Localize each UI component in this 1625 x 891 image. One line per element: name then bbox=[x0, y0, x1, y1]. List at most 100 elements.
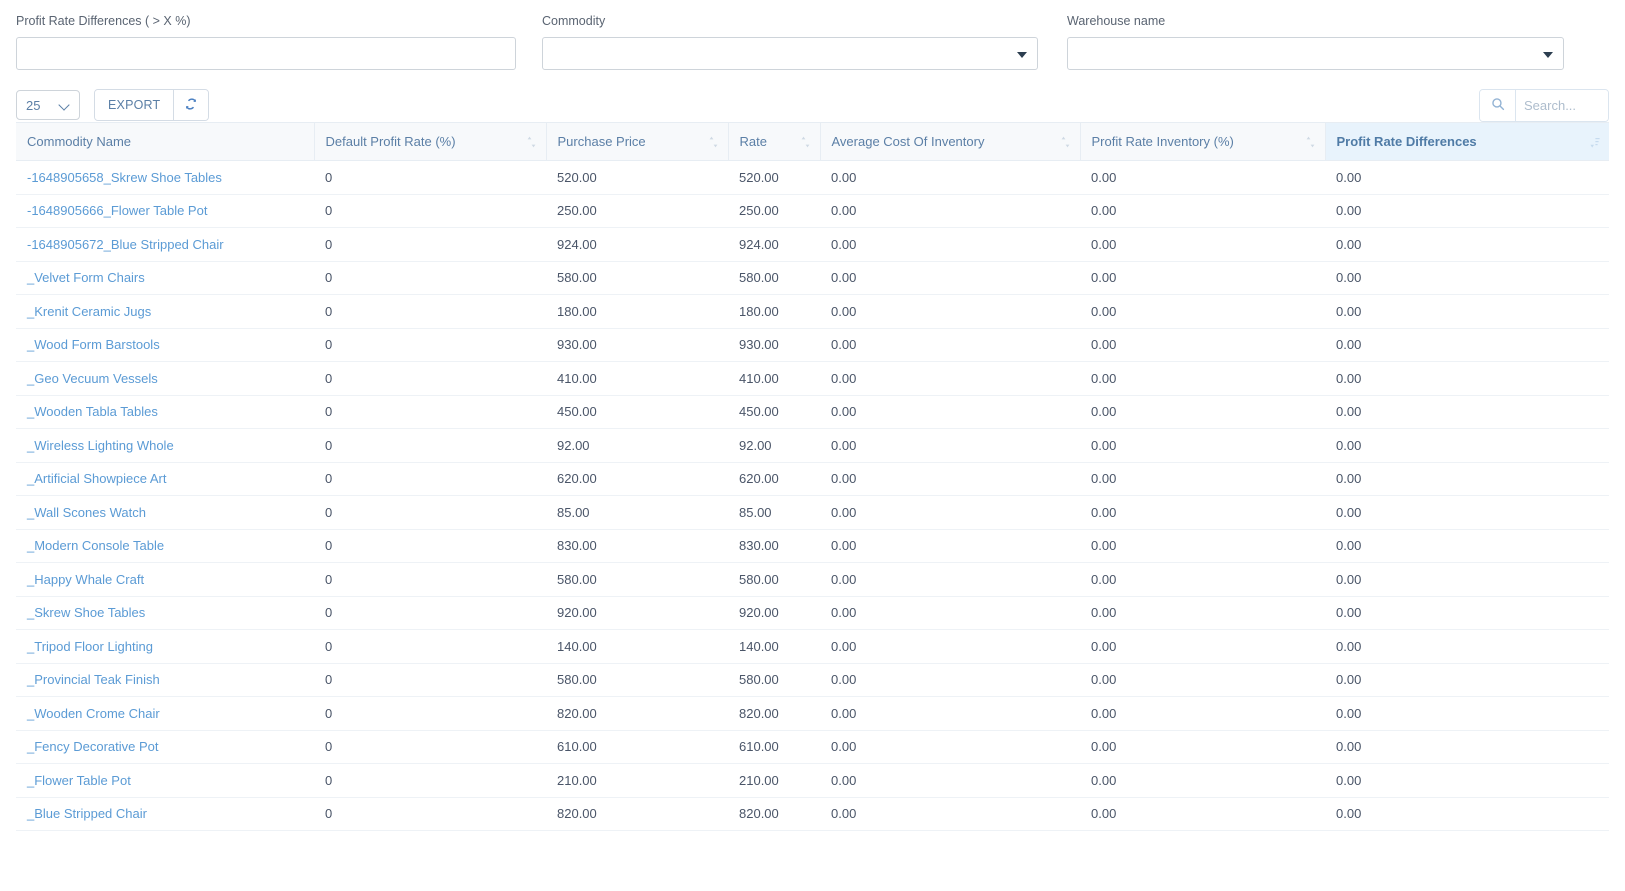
cell-purchase-price: 580.00 bbox=[546, 562, 728, 597]
refresh-button[interactable] bbox=[174, 90, 209, 120]
cell-commodity-name[interactable]: _Happy Whale Craft bbox=[16, 562, 314, 597]
cell-profit-rate-inventory: 0.00 bbox=[1080, 797, 1325, 831]
cell-commodity-name[interactable]: _Wall Scones Watch bbox=[16, 495, 314, 530]
cell-purchase-price: 140.00 bbox=[546, 629, 728, 664]
cell-rate: 450.00 bbox=[728, 395, 820, 429]
cell-profit-rate-differences: 0.00 bbox=[1325, 294, 1609, 329]
commodity-name-link[interactable]: _Wall Scones Watch bbox=[27, 505, 146, 520]
cell-commodity-name[interactable]: _Fency Decorative Pot bbox=[16, 730, 314, 764]
cell-default-profit-rate: 0 bbox=[314, 529, 546, 563]
cell-average-cost-of-inventory: 0.00 bbox=[820, 529, 1080, 563]
commodity-select[interactable] bbox=[542, 37, 1038, 70]
cell-commodity-name[interactable]: -1648905672_Blue Stripped Chair bbox=[16, 227, 314, 262]
commodity-name-link[interactable]: _Wood Form Barstools bbox=[27, 337, 160, 352]
commodity-name-link[interactable]: _Wireless Lighting Whole bbox=[27, 438, 174, 453]
commodity-name-link[interactable]: -1648905666_Flower Table Pot bbox=[27, 203, 207, 218]
column-header-average-cost-of-inventory[interactable]: Average Cost Of Inventory bbox=[820, 122, 1081, 161]
cell-commodity-name[interactable]: _Wireless Lighting Whole bbox=[16, 428, 314, 463]
sort-arrows-icon bbox=[527, 136, 536, 148]
cell-commodity-name[interactable]: -1648905658_Skrew Shoe Tables bbox=[16, 160, 314, 195]
commodity-name-link[interactable]: _Skrew Shoe Tables bbox=[27, 605, 145, 620]
commodity-name-link[interactable]: _Krenit Ceramic Jugs bbox=[27, 304, 151, 319]
commodity-name-link[interactable]: _Geo Vecuum Vessels bbox=[27, 371, 158, 386]
cell-profit-rate-differences: 0.00 bbox=[1325, 395, 1609, 429]
table-row: _Wooden Tabla Tables 0 450.00 450.00 0.00 0.0… bbox=[16, 395, 1609, 429]
table-row: _Provincial Teak Finish 0 580.00 580.00 0.00… bbox=[16, 663, 1609, 697]
cell-average-cost-of-inventory: 0.00 bbox=[820, 629, 1080, 664]
commodity-name-link[interactable]: -1648905658_Skrew Shoe Tables bbox=[27, 170, 222, 185]
table-row: _Blue Stripped Chair 0 820.00 820.00 0.00 0.0… bbox=[16, 797, 1609, 831]
cell-commodity-name[interactable]: _Tripod Floor Lighting bbox=[16, 629, 314, 664]
cell-rate: 830.00 bbox=[728, 529, 820, 563]
column-header-profit-rate-differences[interactable]: Profit Rate Differences bbox=[1325, 122, 1609, 161]
search-button[interactable] bbox=[1480, 89, 1516, 121]
cell-default-profit-rate: 0 bbox=[314, 495, 546, 530]
commodity-name-link[interactable]: _Provincial Teak Finish bbox=[27, 672, 160, 687]
commodity-name-link[interactable]: _Flower Table Pot bbox=[27, 773, 131, 788]
cell-commodity-name[interactable]: _Flower Table Pot bbox=[16, 763, 314, 798]
cell-commodity-name[interactable]: _Skrew Shoe Tables bbox=[16, 596, 314, 630]
cell-default-profit-rate: 0 bbox=[314, 361, 546, 396]
profit-rate-differences-input[interactable] bbox=[16, 37, 516, 70]
table-row: _Wooden Crome Chair 0 820.00 820.00 0.00 0.00… bbox=[16, 696, 1609, 731]
cell-purchase-price: 924.00 bbox=[546, 227, 728, 262]
cell-average-cost-of-inventory: 0.00 bbox=[820, 194, 1080, 228]
cell-average-cost-of-inventory: 0.00 bbox=[820, 562, 1080, 597]
commodity-name-link[interactable]: _Fency Decorative Pot bbox=[27, 739, 159, 754]
cell-commodity-name[interactable]: _Artificial Showpiece Art bbox=[16, 462, 314, 496]
commodity-name-link[interactable]: _Wooden Crome Chair bbox=[27, 706, 160, 721]
cell-commodity-name[interactable]: _Velvet Form Chairs bbox=[16, 261, 314, 295]
cell-commodity-name[interactable]: _Krenit Ceramic Jugs bbox=[16, 294, 314, 329]
cell-commodity-name[interactable]: _Wooden Crome Chair bbox=[16, 696, 314, 731]
filter-profit-rate-differences: Profit Rate Differences ( > X %) bbox=[16, 14, 516, 70]
commodity-name-link[interactable]: _Modern Console Table bbox=[27, 538, 164, 553]
table-row: _Skrew Shoe Tables 0 920.00 920.00 0.00 0.00 0… bbox=[16, 596, 1609, 630]
table-row: _Geo Vecuum Vessels 0 410.00 410.00 0.00 0.00… bbox=[16, 361, 1609, 396]
page-size-select[interactable]: 102550100 bbox=[16, 90, 80, 120]
column-header-label: Commodity Name bbox=[27, 134, 132, 149]
cell-default-profit-rate: 0 bbox=[314, 596, 546, 630]
cell-rate: 410.00 bbox=[728, 361, 820, 396]
cell-default-profit-rate: 0 bbox=[314, 261, 546, 295]
chevron-down-icon bbox=[1017, 51, 1027, 58]
column-header-label: Profit Rate Inventory (%) bbox=[1091, 134, 1234, 149]
cell-commodity-name[interactable]: _Wood Form Barstools bbox=[16, 328, 314, 362]
table-row: _Krenit Ceramic Jugs 0 180.00 180.00 0.00 0.0… bbox=[16, 294, 1609, 329]
search-icon bbox=[1491, 97, 1505, 114]
column-header-profit-rate-inventory[interactable]: Profit Rate Inventory (%) bbox=[1080, 122, 1326, 161]
cell-commodity-name[interactable]: _Wooden Tabla Tables bbox=[16, 395, 314, 429]
search-group bbox=[1479, 88, 1609, 122]
cell-commodity-name[interactable]: _Geo Vecuum Vessels bbox=[16, 361, 314, 396]
commodity-name-link[interactable]: _Tripod Floor Lighting bbox=[27, 639, 153, 654]
warehouse-name-select[interactable] bbox=[1067, 37, 1564, 70]
column-header-rate[interactable]: Rate bbox=[728, 122, 821, 161]
column-header-commodity-name[interactable]: Commodity Name bbox=[16, 122, 315, 161]
search-input[interactable] bbox=[1516, 89, 1608, 121]
cell-commodity-name[interactable]: _Blue Stripped Chair bbox=[16, 797, 314, 831]
cell-purchase-price: 520.00 bbox=[546, 160, 728, 195]
cell-purchase-price: 450.00 bbox=[546, 395, 728, 429]
cell-average-cost-of-inventory: 0.00 bbox=[820, 462, 1080, 496]
cell-profit-rate-differences: 0.00 bbox=[1325, 529, 1609, 563]
table-row: _Wood Form Barstools 0 930.00 930.00 0.00 0.0… bbox=[16, 328, 1609, 362]
cell-profit-rate-inventory: 0.00 bbox=[1080, 395, 1325, 429]
cell-profit-rate-inventory: 0.00 bbox=[1080, 730, 1325, 764]
cell-commodity-name[interactable]: _Modern Console Table bbox=[16, 529, 314, 563]
cell-purchase-price: 580.00 bbox=[546, 261, 728, 295]
column-header-default-profit-rate[interactable]: Default Profit Rate (%) bbox=[314, 122, 547, 161]
cell-average-cost-of-inventory: 0.00 bbox=[820, 294, 1080, 329]
commodity-name-link[interactable]: -1648905672_Blue Stripped Chair bbox=[27, 237, 224, 252]
commodity-name-link[interactable]: _Velvet Form Chairs bbox=[27, 270, 145, 285]
sort-descending-icon bbox=[1590, 136, 1600, 148]
cell-commodity-name[interactable]: _Provincial Teak Finish bbox=[16, 663, 314, 697]
commodity-name-link[interactable]: _Blue Stripped Chair bbox=[27, 806, 147, 821]
chevron-down-icon bbox=[1543, 51, 1553, 58]
commodity-name-link[interactable]: _Artificial Showpiece Art bbox=[27, 471, 166, 486]
cell-default-profit-rate: 0 bbox=[314, 160, 546, 195]
column-header-purchase-price[interactable]: Purchase Price bbox=[546, 122, 729, 161]
cell-commodity-name[interactable]: -1648905666_Flower Table Pot bbox=[16, 194, 314, 228]
export-button[interactable]: EXPORT bbox=[95, 90, 175, 120]
cell-purchase-price: 180.00 bbox=[546, 294, 728, 329]
commodity-name-link[interactable]: _Wooden Tabla Tables bbox=[27, 404, 158, 419]
commodity-name-link[interactable]: _Happy Whale Craft bbox=[27, 572, 144, 587]
